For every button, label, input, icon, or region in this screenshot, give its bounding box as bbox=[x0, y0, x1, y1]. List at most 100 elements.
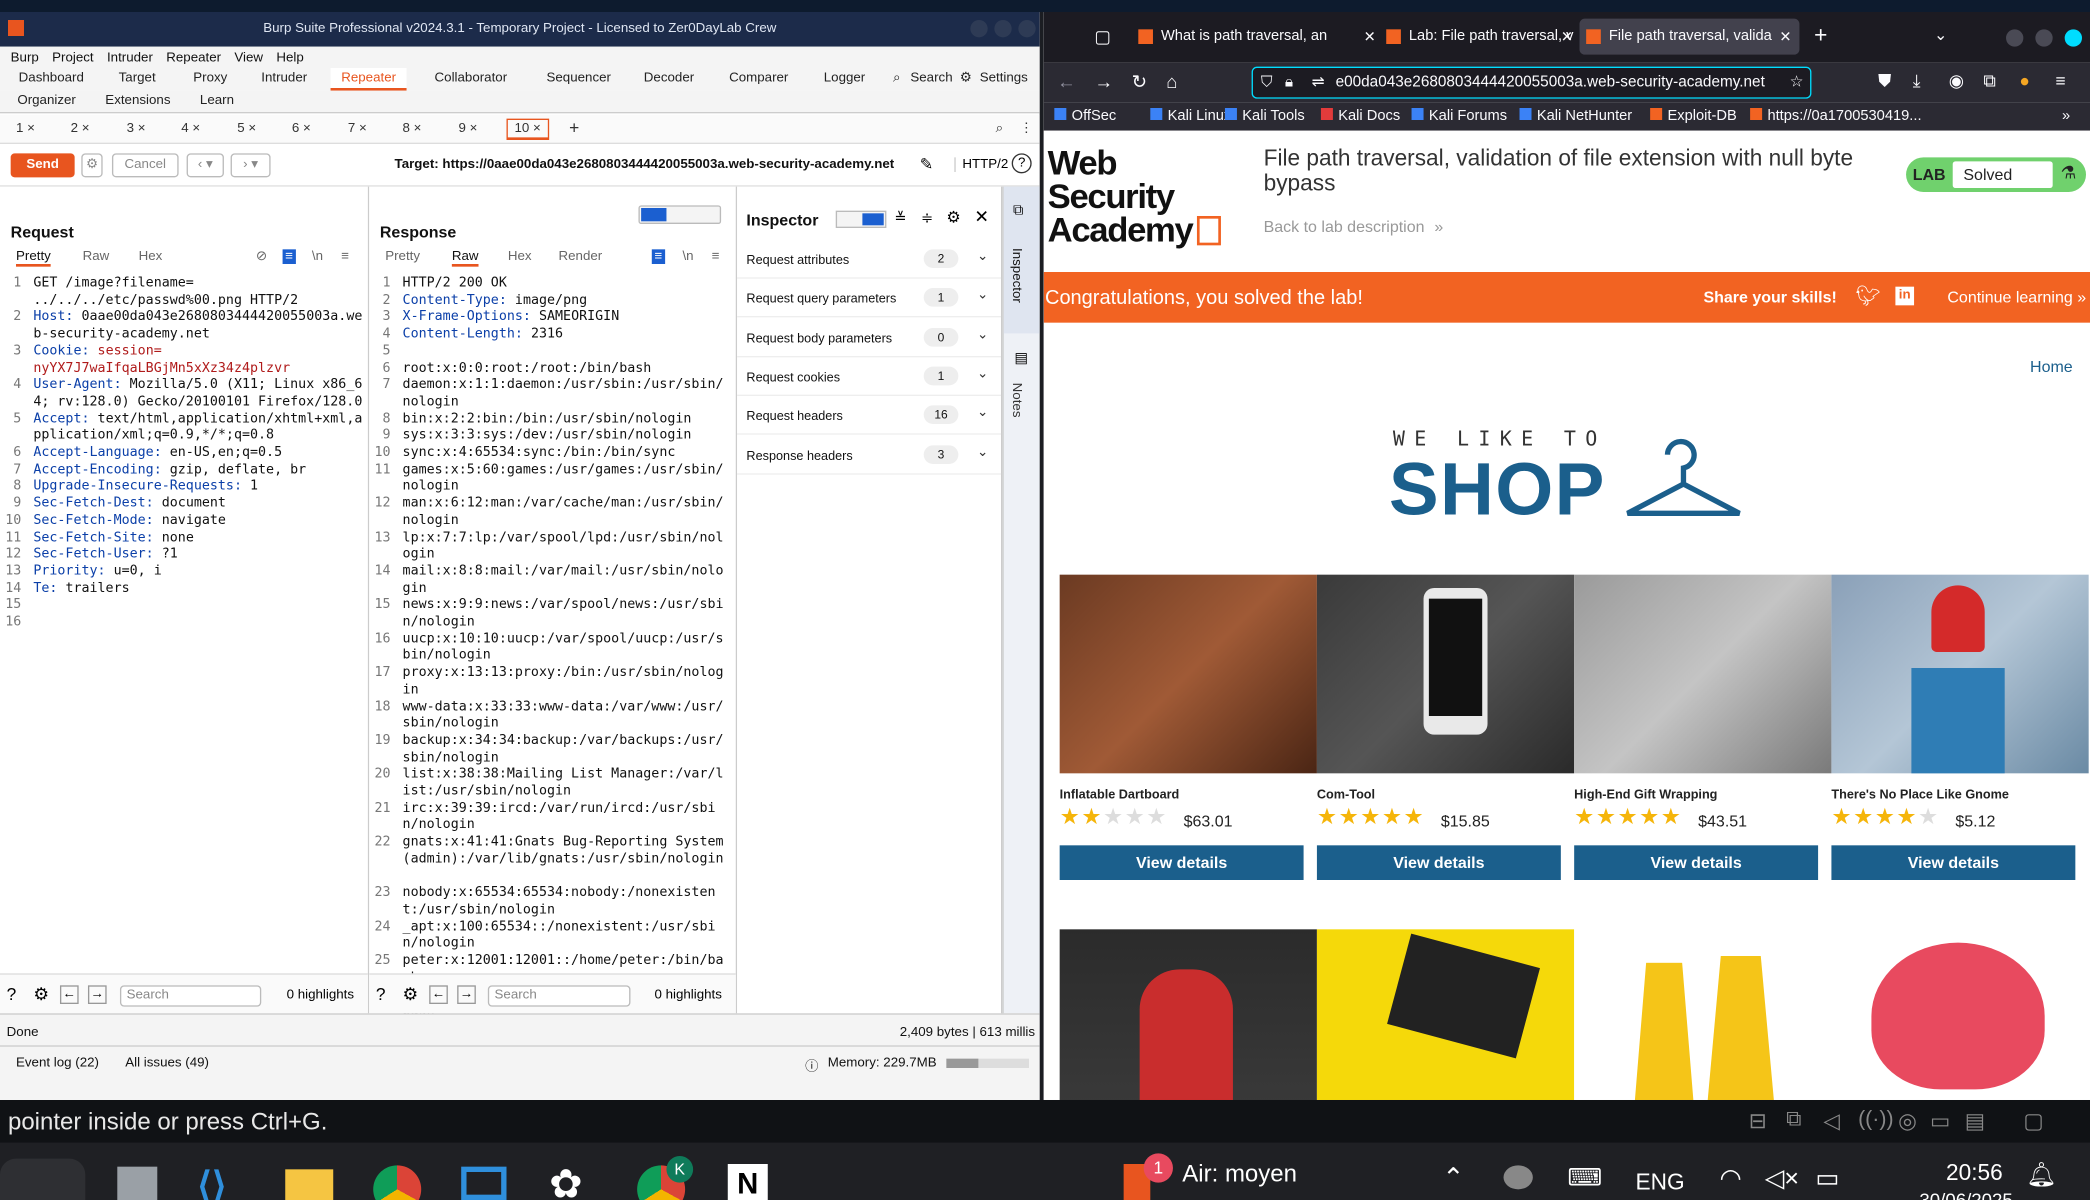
minimize-icon[interactable] bbox=[970, 19, 988, 38]
close-icon[interactable] bbox=[2064, 29, 2083, 47]
view-details-button[interactable]: View details bbox=[1059, 845, 1304, 880]
broadcast-icon[interactable]: ((·)) bbox=[1858, 1108, 1894, 1132]
inspector-section[interactable]: Request body parameters 0 ⌄ bbox=[737, 318, 1002, 357]
extensions-icon[interactable]: ⧉ bbox=[1983, 71, 1995, 92]
remote-desktop-icon[interactable] bbox=[461, 1166, 507, 1200]
menu-intruder[interactable]: Intruder bbox=[107, 50, 153, 65]
repeater-tab[interactable]: 6 × bbox=[292, 121, 311, 136]
pocket-icon[interactable]: ⛊ bbox=[1878, 71, 1891, 92]
newline-icon[interactable]: \n bbox=[682, 249, 693, 264]
network-icon[interactable]: ⧉ bbox=[1786, 1108, 1801, 1132]
repeater-tab-active[interactable]: 10 × bbox=[506, 118, 549, 140]
folder-icon[interactable] bbox=[285, 1169, 334, 1200]
tool-logger[interactable]: Logger bbox=[824, 71, 866, 86]
reload-icon[interactable]: ↻ bbox=[1132, 71, 1148, 94]
view-details-button[interactable]: View details bbox=[1316, 845, 1561, 880]
wrap-icon[interactable]: ≡ bbox=[282, 249, 296, 264]
linkedin-icon[interactable]: in bbox=[1895, 286, 1915, 306]
download-icon[interactable]: ⤓ bbox=[1913, 71, 1921, 92]
minimize-icon[interactable] bbox=[2006, 29, 2024, 47]
lock-icon[interactable]: 🔒︎ bbox=[1285, 68, 1293, 97]
tab-pretty[interactable]: Pretty bbox=[385, 249, 420, 264]
gear-icon[interactable]: ⚙ bbox=[960, 71, 972, 86]
all-issues-link[interactable]: All issues (49) bbox=[125, 1056, 209, 1071]
tool-organizer[interactable]: Organizer bbox=[17, 93, 76, 108]
product-image-gift-wrapping[interactable] bbox=[1574, 574, 1832, 774]
layout-toggle[interactable] bbox=[638, 205, 722, 224]
account-icon[interactable]: ◉ bbox=[1949, 71, 1964, 92]
bookmark-item[interactable]: Kali Docs bbox=[1320, 107, 1400, 124]
browser-tab[interactable]: Lab: File path traversal, v bbox=[1380, 19, 1580, 55]
tab-raw[interactable]: Raw bbox=[451, 249, 479, 267]
close-icon[interactable] bbox=[1018, 19, 1036, 38]
history-back-button[interactable]: ‹ ▾ bbox=[186, 153, 224, 178]
chevron-down-icon[interactable]: ⌄ bbox=[977, 406, 988, 421]
view-details-button[interactable]: View details bbox=[1574, 845, 1819, 880]
tab-pretty[interactable]: Pretty bbox=[15, 249, 51, 267]
close-tab-icon[interactable]: ✕ bbox=[1561, 28, 1573, 45]
psa-logo[interactable]: Web Security Academy bbox=[1048, 145, 1245, 247]
sidebar-inspector-tab[interactable]: ⧉ Inspector bbox=[1003, 186, 1040, 334]
repeater-tab[interactable]: 3 × bbox=[127, 121, 146, 136]
tool-learn[interactable]: Learn bbox=[200, 93, 234, 108]
back-to-lab-link[interactable]: Back to lab description » bbox=[1264, 217, 1444, 236]
bookmark-star-icon[interactable]: ☆ bbox=[1790, 68, 1804, 97]
close-icon[interactable]: ✕ bbox=[974, 207, 989, 228]
tool-collaborator[interactable]: Collaborator bbox=[435, 71, 508, 86]
collapse-icon[interactable]: ≑ bbox=[921, 209, 933, 227]
repeater-tab[interactable]: 4 × bbox=[181, 121, 200, 136]
file-explorer-icon[interactable] bbox=[117, 1166, 158, 1200]
http-version[interactable]: HTTP/2 bbox=[954, 157, 1008, 172]
continue-learning-link[interactable]: Continue learning » bbox=[1947, 288, 2086, 307]
chevron-down-icon[interactable]: ⌄ bbox=[977, 327, 988, 342]
close-tab-icon[interactable]: ✕ bbox=[1364, 28, 1376, 45]
menu-icon[interactable]: ≡ bbox=[2055, 71, 2065, 91]
gear-icon[interactable]: ⚙ bbox=[403, 984, 419, 1005]
tool-decoder[interactable]: Decoder bbox=[644, 71, 694, 86]
search-icon[interactable]: ⌕ bbox=[893, 71, 900, 86]
next-icon[interactable]: → bbox=[457, 985, 476, 1004]
wifi-icon[interactable]: ◠ bbox=[1719, 1164, 1741, 1195]
chevron-up-icon[interactable]: ⌃ bbox=[1442, 1161, 1464, 1194]
search-label[interactable]: Search bbox=[910, 71, 952, 86]
response-search-input[interactable]: Search bbox=[487, 985, 631, 1007]
gear-icon[interactable]: ⚙ bbox=[33, 984, 49, 1005]
tool-intruder[interactable]: Intruder bbox=[261, 71, 307, 86]
tab-list-icon[interactable]: ⌄ bbox=[1934, 25, 1947, 44]
forward-icon[interactable]: → bbox=[1094, 71, 1113, 92]
view-details-button[interactable]: View details bbox=[1831, 845, 2076, 880]
add-tab-icon[interactable]: + bbox=[569, 117, 579, 137]
keyboard-icon[interactable]: ⌨ bbox=[1568, 1164, 1603, 1192]
notion-icon[interactable]: N bbox=[727, 1163, 768, 1200]
vscode-icon[interactable]: ⟨⟩ bbox=[197, 1164, 226, 1200]
tool-sequencer[interactable]: Sequencer bbox=[546, 71, 610, 86]
menu-help[interactable]: Help bbox=[276, 50, 303, 65]
start-button[interactable] bbox=[0, 1158, 86, 1200]
gear-icon[interactable]: ⚙ bbox=[946, 208, 960, 227]
inspector-section[interactable]: Request headers 16 ⌄ bbox=[737, 396, 1002, 435]
sidebar-notes-tab[interactable]: ▤ Notes bbox=[1004, 336, 1040, 429]
home-icon[interactable]: ⌂ bbox=[1166, 71, 1177, 92]
maximize-icon[interactable] bbox=[2035, 29, 2053, 47]
home-link[interactable]: Home bbox=[2030, 357, 2073, 376]
notes-icon[interactable]: ▢ bbox=[2023, 1108, 2043, 1135]
menu-project[interactable]: Project bbox=[52, 50, 93, 65]
chrome-icon[interactable] bbox=[373, 1165, 422, 1200]
url-bar[interactable]: ⛉ 🔒︎ ⇌ e00da043e2680803444420055003a.web… bbox=[1251, 66, 1812, 99]
chevron-down-icon[interactable]: ⌄ bbox=[977, 249, 988, 264]
weather-text[interactable]: Air: moyen bbox=[1182, 1160, 1297, 1188]
hide-icon[interactable]: ⊘ bbox=[256, 249, 267, 264]
product-image-signs[interactable] bbox=[1574, 929, 1832, 1100]
clock-date[interactable]: 30/06/2025 bbox=[1919, 1189, 2012, 1200]
edit-pencil-icon[interactable]: ✎ bbox=[920, 155, 933, 174]
send-button[interactable]: Send bbox=[10, 153, 75, 178]
inspector-section[interactable]: Response headers 3 ⌄ bbox=[737, 435, 1002, 474]
shield-icon[interactable]: ⛉ bbox=[1261, 68, 1272, 97]
repeater-tab[interactable]: 9 × bbox=[459, 121, 478, 136]
inspector-layout-toggle[interactable] bbox=[835, 210, 887, 228]
tool-target[interactable]: Target bbox=[119, 71, 156, 86]
request-editor[interactable]: 1 GET /image?filename= ../../../etc/passw… bbox=[0, 272, 368, 1013]
device-icon[interactable]: ⊟ bbox=[1749, 1108, 1767, 1135]
history-forward-button[interactable]: › ▾ bbox=[230, 153, 271, 178]
search-icon[interactable]: ⌕ bbox=[996, 121, 1003, 136]
